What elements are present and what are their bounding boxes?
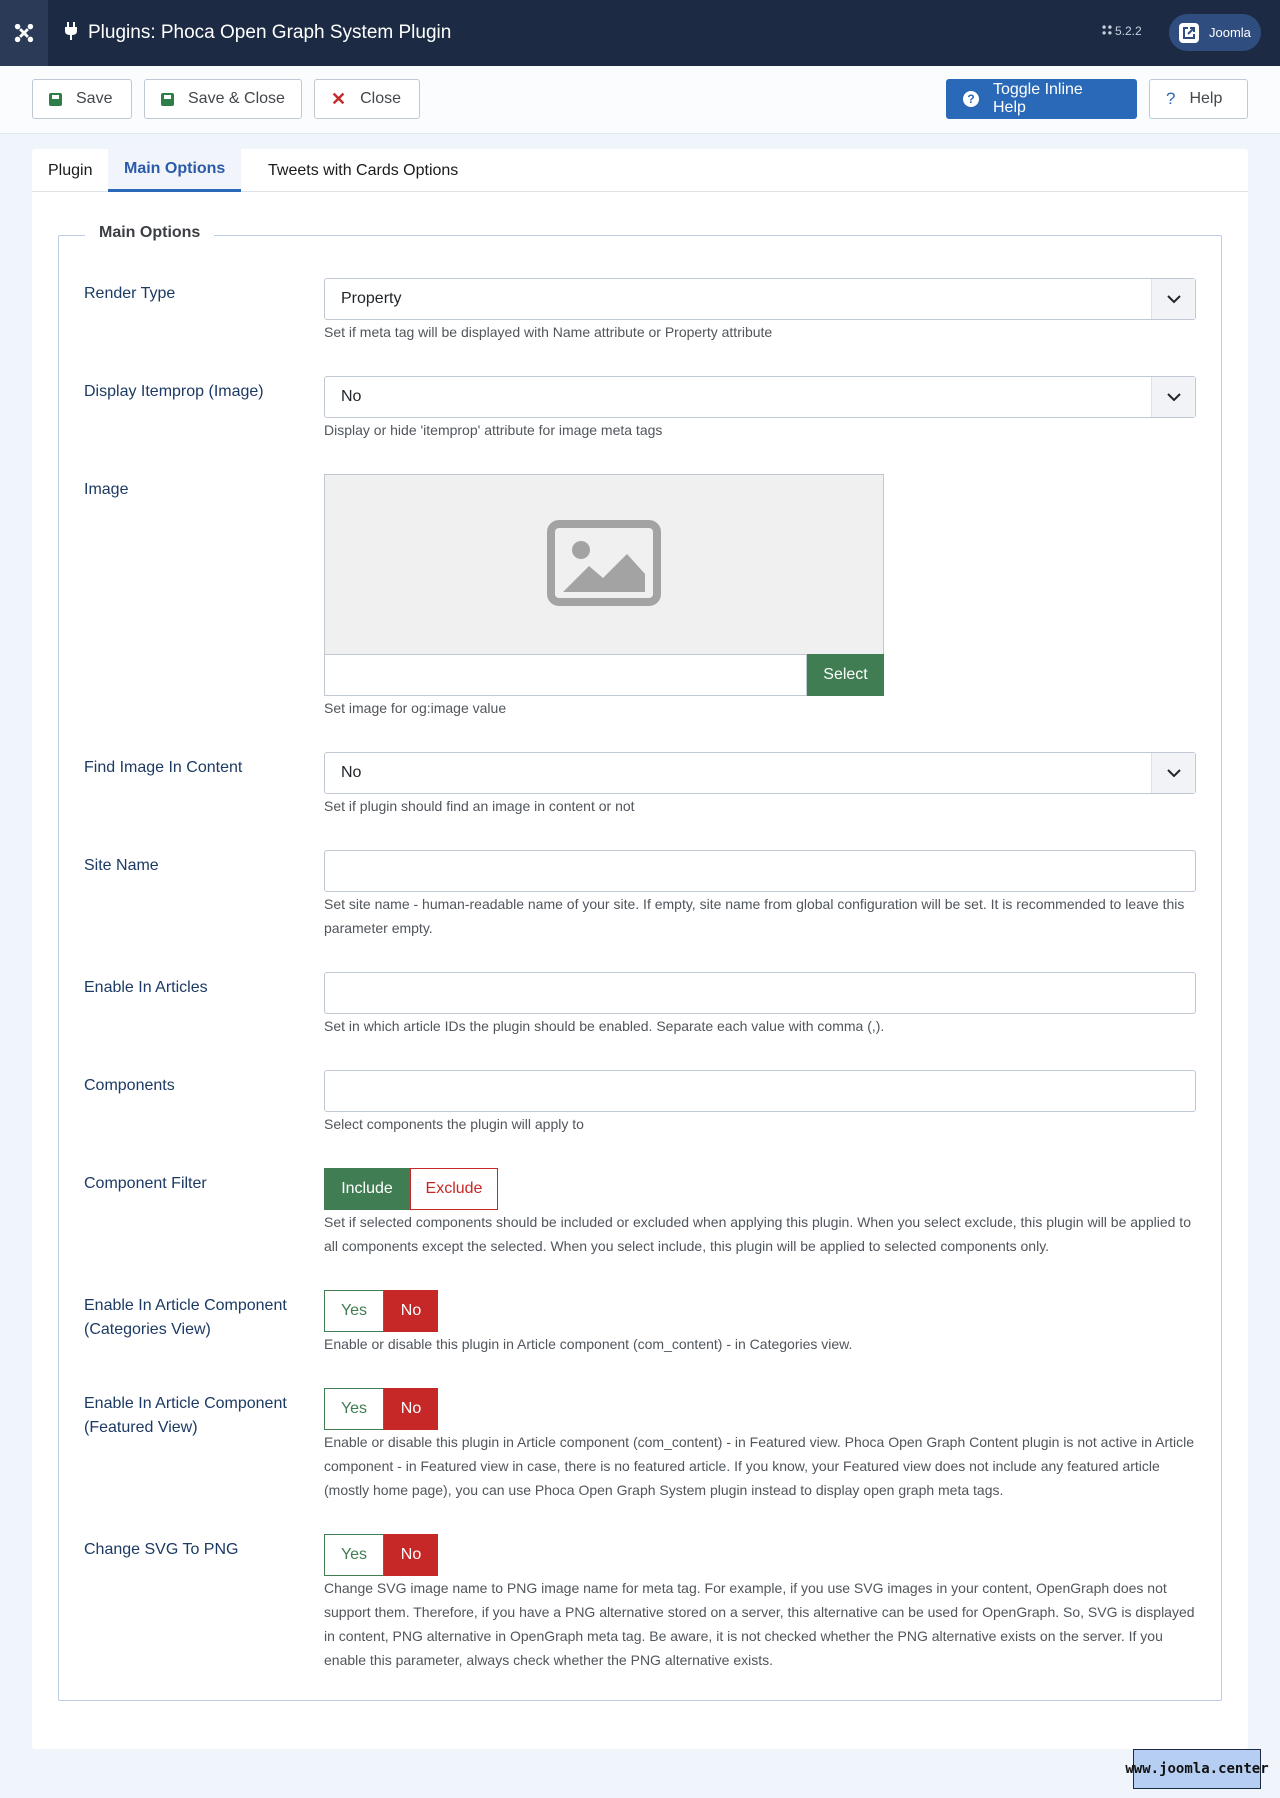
image-preview xyxy=(324,474,884,654)
no-option[interactable]: No xyxy=(384,1290,438,1332)
yes-option[interactable]: Yes xyxy=(324,1534,384,1576)
render-type-desc: Set if meta tag will be displayed with N… xyxy=(324,324,773,340)
fieldset-legend: Main Options xyxy=(85,224,215,242)
find-image-value: No xyxy=(341,764,362,781)
close-label: Close xyxy=(360,90,401,107)
image-path-input[interactable] xyxy=(324,654,807,696)
categories-view-label: Enable In Article Component (Categories … xyxy=(84,1294,287,1342)
toolbar: Save Save & Close ✕ Close ? Toggle Inlin… xyxy=(0,66,1280,134)
tab-bar: Plugin Main Options Tweets with Cards Op… xyxy=(32,149,1248,192)
page-title: Plugins: Phoca Open Graph System Plugin xyxy=(88,22,452,43)
external-link-icon xyxy=(1179,22,1199,43)
enable-articles-input[interactable] xyxy=(324,972,1196,1014)
featured-view-switch: Yes No xyxy=(324,1388,438,1430)
toggle-inline-help-button[interactable]: ? Toggle Inline Help xyxy=(946,79,1137,119)
components-label: Components xyxy=(84,1077,175,1094)
save-close-label: Save & Close xyxy=(188,90,285,107)
featured-view-label-line2: (Featured View) xyxy=(84,1419,198,1436)
exclude-option[interactable]: Exclude xyxy=(410,1168,498,1210)
component-filter-switch: Include Exclude xyxy=(324,1168,498,1210)
no-option[interactable]: No xyxy=(384,1534,438,1576)
display-itemprop-desc: Display or hide 'itemprop' attribute for… xyxy=(324,422,663,438)
components-input[interactable] xyxy=(324,1070,1196,1112)
component-filter-desc: Set if selected components should be inc… xyxy=(324,1214,1191,1254)
chevron-down-icon xyxy=(1151,377,1195,417)
find-image-desc: Set if plugin should find an image in co… xyxy=(324,798,635,814)
joomla-small-icon xyxy=(1102,24,1112,38)
tab-tweets-cards-options[interactable]: Tweets with Cards Options xyxy=(252,149,474,192)
render-type-select[interactable]: Property xyxy=(324,278,1196,320)
site-link-button[interactable]: Joomla xyxy=(1169,14,1261,51)
find-image-label: Find Image In Content xyxy=(84,759,243,776)
version-number: 5.2.2 xyxy=(1115,24,1142,38)
save-icon xyxy=(161,92,174,106)
find-image-select[interactable]: No xyxy=(324,752,1196,794)
question-circle-icon: ? xyxy=(963,91,979,107)
version-info: 5.2.2 xyxy=(1102,24,1142,38)
site-name-input[interactable] xyxy=(324,850,1196,892)
categories-view-desc: Enable or disable this plugin in Article… xyxy=(324,1336,853,1352)
categories-view-switch: Yes No xyxy=(324,1290,438,1332)
watermark-badge: www.joomla.center xyxy=(1125,1749,1269,1789)
help-button[interactable]: ? Help xyxy=(1149,79,1248,119)
save-icon xyxy=(49,92,62,106)
image-select-button[interactable]: Select xyxy=(807,654,884,696)
save-label: Save xyxy=(76,90,113,107)
close-icon: ✕ xyxy=(331,88,347,109)
component-filter-label: Component Filter xyxy=(84,1175,207,1192)
display-itemprop-value: No xyxy=(341,388,362,405)
display-itemprop-select[interactable]: No xyxy=(324,376,1196,418)
no-option[interactable]: No xyxy=(384,1388,438,1430)
featured-view-desc: Enable or disable this plugin in Article… xyxy=(324,1434,1195,1498)
render-type-value: Property xyxy=(341,290,402,307)
svg-to-png-switch: Yes No xyxy=(324,1534,438,1576)
svg-to-png-desc: Change SVG image name to PNG image name … xyxy=(324,1580,1195,1668)
site-name-desc: Set site name - human-readable name of y… xyxy=(324,896,1185,936)
tab-main-options[interactable]: Main Options xyxy=(108,149,242,192)
save-close-button[interactable]: Save & Close xyxy=(144,79,302,119)
image-placeholder-icon xyxy=(547,519,661,610)
render-type-label: Render Type xyxy=(84,285,176,302)
enable-articles-desc: Set in which article IDs the plugin shou… xyxy=(324,1018,885,1034)
joomla-logo-icon[interactable] xyxy=(0,0,48,66)
question-icon: ? xyxy=(1166,89,1176,108)
include-option[interactable]: Include xyxy=(324,1168,410,1210)
site-name-label: Site Name xyxy=(84,857,159,874)
yes-option[interactable]: Yes xyxy=(324,1388,384,1430)
enable-articles-label: Enable In Articles xyxy=(84,979,208,996)
save-button[interactable]: Save xyxy=(32,79,132,119)
plug-icon xyxy=(64,22,78,44)
yes-option[interactable]: Yes xyxy=(324,1290,384,1332)
toggle-help-label: Toggle Inline Help xyxy=(992,81,1083,116)
featured-view-label-line1: Enable In Article Component xyxy=(84,1395,287,1412)
site-link-label: Joomla xyxy=(1209,25,1251,40)
components-desc: Select components the plugin will apply … xyxy=(324,1116,584,1132)
close-button[interactable]: ✕ Close xyxy=(314,79,420,119)
svg-to-png-label: Change SVG To PNG xyxy=(84,1541,239,1558)
chevron-down-icon xyxy=(1151,279,1195,319)
help-label: Help xyxy=(1189,90,1223,107)
chevron-down-icon xyxy=(1151,753,1195,793)
featured-view-label: Enable In Article Component (Featured Vi… xyxy=(84,1392,287,1440)
tab-plugin[interactable]: Plugin xyxy=(32,149,108,192)
image-label: Image xyxy=(84,481,129,498)
app-header: Plugins: Phoca Open Graph System Plugin … xyxy=(0,0,1280,66)
image-desc: Set image for og:image value xyxy=(324,700,507,716)
categories-view-label-line2: (Categories View) xyxy=(84,1321,211,1338)
display-itemprop-label: Display Itemprop (Image) xyxy=(84,383,264,400)
categories-view-label-line1: Enable In Article Component xyxy=(84,1297,287,1314)
